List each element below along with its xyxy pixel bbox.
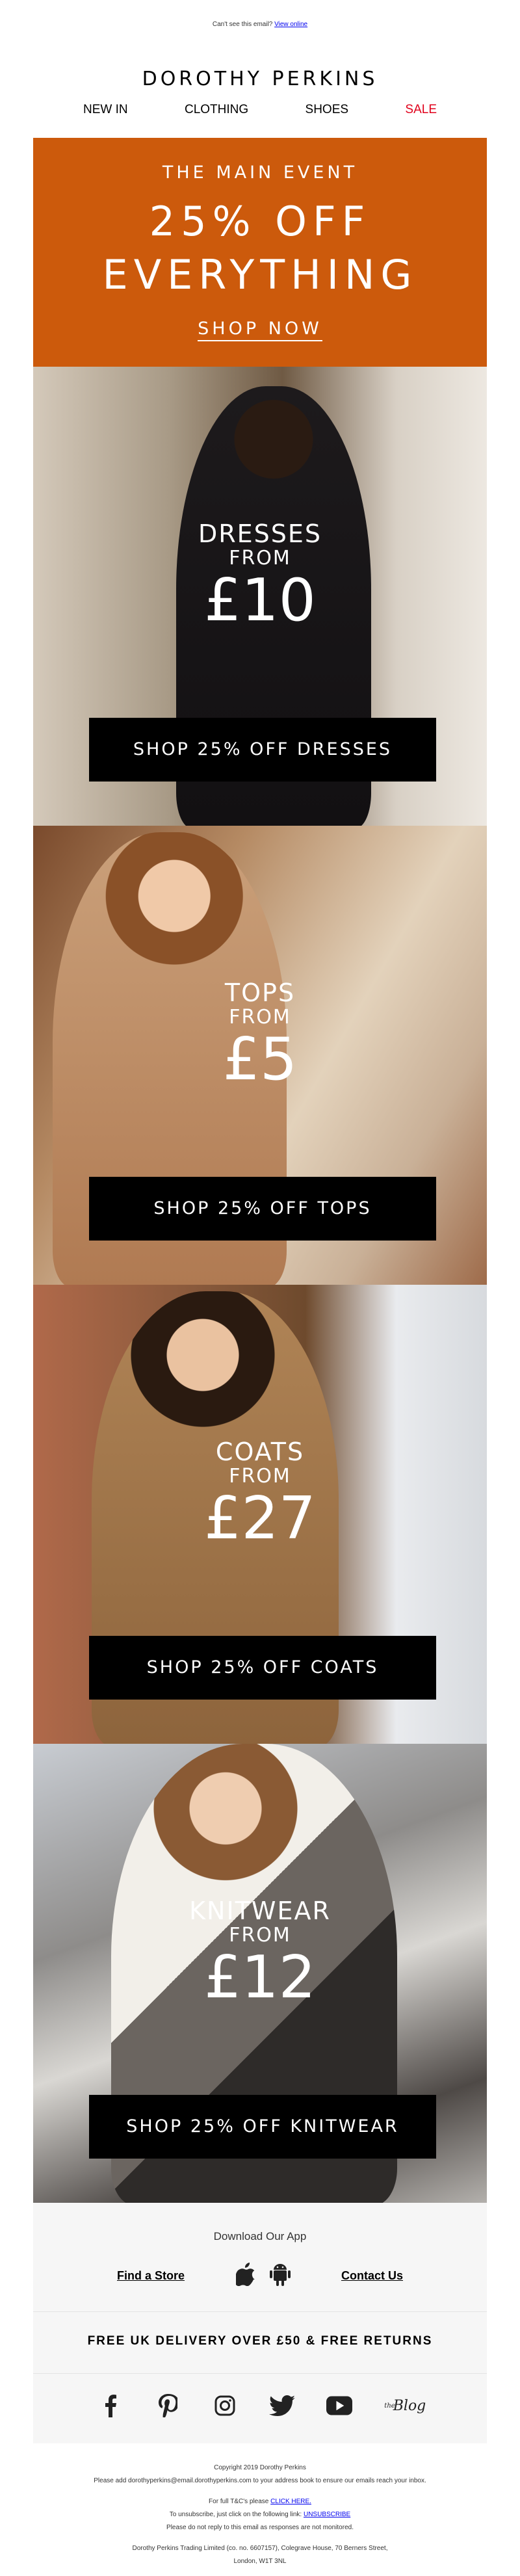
shop-coats-button[interactable]: SHOP 25% OFF COATS [89, 1636, 436, 1700]
contact-link[interactable]: Contact Us [341, 2269, 403, 2283]
social-links: the Blog [98, 2393, 426, 2419]
unsubscribe-link[interactable]: UNSUBSCRIBE [304, 2511, 350, 2518]
youtube-icon[interactable] [326, 2393, 352, 2419]
blog-label: Blog [393, 2397, 426, 2414]
knitwear-panel[interactable]: KNITWEAR FROM £12 SHOP 25% OFF KNITWEAR [33, 1744, 487, 2203]
preheader-text: Can't see this email? [212, 21, 273, 28]
divider [33, 2373, 487, 2374]
coats-overlay: COATS FROM £27 [33, 1438, 487, 1550]
price-label: £12 [204, 1943, 316, 2012]
app-store-icons [233, 2263, 291, 2289]
company-city: London, W1T 3NL [233, 2558, 287, 2565]
find-store-link[interactable]: Find a Store [117, 2269, 185, 2283]
legal-footer: Copyright 2019 Dorothy Perkins Please ad… [0, 2462, 520, 2568]
pinterest-icon[interactable] [155, 2393, 181, 2419]
twitter-icon[interactable] [269, 2393, 295, 2419]
nav-clothing[interactable]: CLOTHING [179, 103, 254, 117]
unsubscribe-prefix: To unsubscribe, just click on the follow… [169, 2511, 302, 2518]
price-label: £10 [204, 566, 316, 635]
copyright: Copyright 2019 Dorothy Perkins [214, 2464, 306, 2471]
nav-sale[interactable]: SALE [400, 103, 442, 117]
category-label: TOPS [224, 979, 296, 1007]
hero-line-2: EVERYTHING [102, 251, 418, 298]
facebook-icon[interactable] [98, 2393, 124, 2419]
shop-knitwear-button[interactable]: SHOP 25% OFF KNITWEAR [89, 2095, 436, 2159]
hero-kicker: THE MAIN EVENT [162, 163, 358, 183]
category-label: DRESSES [198, 519, 322, 548]
app-row: Find a Store Contact Us [117, 2263, 403, 2289]
tops-overlay: TOPS FROM £5 [33, 979, 487, 1091]
blog-link[interactable]: the Blog [384, 2393, 426, 2419]
price-label: £27 [204, 1484, 316, 1553]
shop-now-link[interactable]: SHOP NOW [198, 319, 322, 341]
coats-panel[interactable]: COATS FROM £27 SHOP 25% OFF COATS [33, 1285, 487, 1744]
delivery-banner[interactable]: FREE UK DELIVERY OVER £50 & FREE RETURNS [0, 2334, 520, 2348]
apple-icon[interactable] [233, 2263, 255, 2289]
hero-line-1: 25% OFF [149, 198, 371, 245]
download-app-title: Download Our App [213, 2230, 307, 2242]
hero-headline: 25% OFF EVERYTHING [33, 195, 487, 302]
shop-dresses-button[interactable]: SHOP 25% OFF DRESSES [89, 718, 436, 782]
company-address: Dorothy Perkins Trading Limited (co. no.… [132, 2545, 388, 2552]
tcs-link[interactable]: CLICK HERE. [270, 2498, 311, 2505]
shop-tops-button[interactable]: SHOP 25% OFF TOPS [89, 1177, 436, 1241]
main-nav: NEW IN CLOTHING SHOES SALE [78, 103, 442, 117]
address-book-note: Please add dorothyperkins@email.dorothyp… [94, 2477, 426, 2484]
price-label: £5 [222, 1025, 298, 1094]
knitwear-overlay: KNITWEAR FROM £12 [33, 1897, 487, 2009]
tcs-line: For full T&C's please CLICK HERE. [0, 2495, 520, 2508]
tcs-prefix: For full T&C's please [209, 2498, 269, 2505]
android-icon[interactable] [269, 2263, 291, 2289]
no-reply-note: Please do not reply to this email as res… [166, 2524, 354, 2531]
category-label: COATS [215, 1438, 305, 1466]
divider [33, 2311, 487, 2312]
nav-new-in[interactable]: NEW IN [78, 103, 133, 117]
category-label: KNITWEAR [189, 1897, 331, 1925]
instagram-icon[interactable] [212, 2393, 238, 2419]
preheader: Can't see this email? View online [0, 21, 520, 28]
hero-banner[interactable]: THE MAIN EVENT 25% OFF EVERYTHING SHOP N… [33, 138, 487, 367]
tops-panel[interactable]: TOPS FROM £5 SHOP 25% OFF TOPS [33, 826, 487, 1285]
unsubscribe-line: To unsubscribe, just click on the follow… [0, 2508, 520, 2521]
hero-cta[interactable]: SHOP NOW [33, 319, 487, 341]
dresses-panel[interactable]: DRESSES FROM £10 SHOP 25% OFF DRESSES [33, 367, 487, 826]
dresses-overlay: DRESSES FROM £10 [33, 520, 487, 632]
brand-logo[interactable]: DOROTHY PERKINS [0, 68, 520, 90]
nav-shoes[interactable]: SHOES [300, 103, 354, 117]
view-online-link[interactable]: View online [274, 21, 307, 28]
